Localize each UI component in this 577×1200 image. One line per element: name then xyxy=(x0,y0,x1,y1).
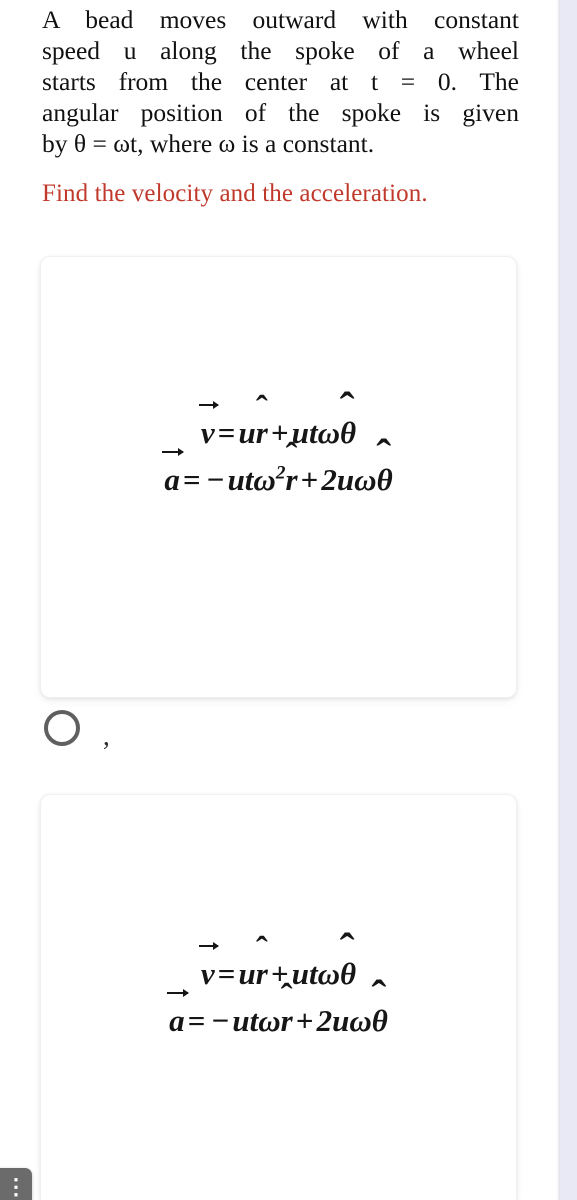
unit-vector-theta-hat: θ xyxy=(370,974,388,1044)
minus-sign: − xyxy=(211,1003,230,1038)
unit-vector-r-hat: r xyxy=(256,391,268,456)
unit-vector-theta-hat: θ xyxy=(338,927,356,997)
question-line-3: starts from the center at t = 0. The xyxy=(42,67,519,96)
term-u: u xyxy=(238,956,256,991)
radio-trailing-mark: , xyxy=(103,720,110,751)
formula-group-2: v=ur+utωθ a=−utωr+2uωθ xyxy=(41,927,516,1044)
vector-v-2: v xyxy=(198,942,219,997)
question-prompt: Find the velocity and the acceleration. xyxy=(42,180,428,207)
vector-a-2: a xyxy=(167,989,189,1044)
unit-vector-r-hat: r xyxy=(256,932,268,997)
formula-acceleration-2: a=−utωr+2uωθ xyxy=(41,974,516,1044)
plus-sign: + xyxy=(295,1003,314,1038)
plus-sign: + xyxy=(300,462,319,497)
exponent-two: 2 xyxy=(275,462,286,484)
answer-option-card-2[interactable]: v=ur+utωθ a=−utωr+2uωθ xyxy=(41,795,516,1200)
answer-option-radio-row[interactable]: , xyxy=(44,698,244,758)
equals-sign: = xyxy=(187,1003,206,1038)
term-utomega: utω xyxy=(227,462,276,497)
unit-vector-theta-hat: θ xyxy=(338,386,356,456)
overflow-menu-button[interactable]: ⋮ xyxy=(0,1168,32,1200)
term-utomega: utω xyxy=(291,956,340,991)
equals-sign: = xyxy=(217,415,236,450)
question-line-2: speed u along the spoke of a wheel xyxy=(42,36,519,65)
formula-group-1: v=ur+utωθ a=−utω2r+2uωθ xyxy=(41,386,516,503)
unit-vector-r-hat: r xyxy=(281,979,293,1044)
vector-v-1: v xyxy=(198,401,219,456)
unit-vector-theta-hat: θ xyxy=(375,433,393,503)
question-line-4: angular position of the spoke is given xyxy=(42,98,519,127)
term-2uomega: 2uω xyxy=(316,1003,372,1038)
page-content: A bead moves outward with constant speed… xyxy=(0,0,556,1200)
term-utomega: utω xyxy=(291,415,340,450)
right-side-rail xyxy=(560,0,577,1200)
term-2uomega: 2uω xyxy=(321,462,377,497)
question-line-1: A bead moves outward with constant xyxy=(42,5,519,34)
equals-sign: = xyxy=(217,956,236,991)
radio-button-unselected[interactable] xyxy=(44,710,80,746)
term-u: u xyxy=(238,415,256,450)
formula-acceleration-1: a=−utω2r+2uωθ xyxy=(41,433,516,503)
unit-vector-r-hat: r xyxy=(285,438,297,503)
question-line-5: by θ = ωt, where ω is a constant. xyxy=(42,129,375,158)
equals-sign: = xyxy=(182,462,201,497)
minus-sign: − xyxy=(206,462,225,497)
formula-velocity-1: v=ur+utωθ xyxy=(41,386,516,456)
question-block: A bead moves outward with constant speed… xyxy=(42,4,519,209)
answer-option-card-1[interactable]: v=ur+utωθ a=−utω2r+2uωθ xyxy=(41,257,516,697)
more-vertical-icon: ⋮ xyxy=(5,1174,27,1199)
vector-a-1: a xyxy=(162,448,184,503)
formula-velocity-2: v=ur+utωθ xyxy=(41,927,516,997)
term-utomega: utω xyxy=(232,1003,281,1038)
